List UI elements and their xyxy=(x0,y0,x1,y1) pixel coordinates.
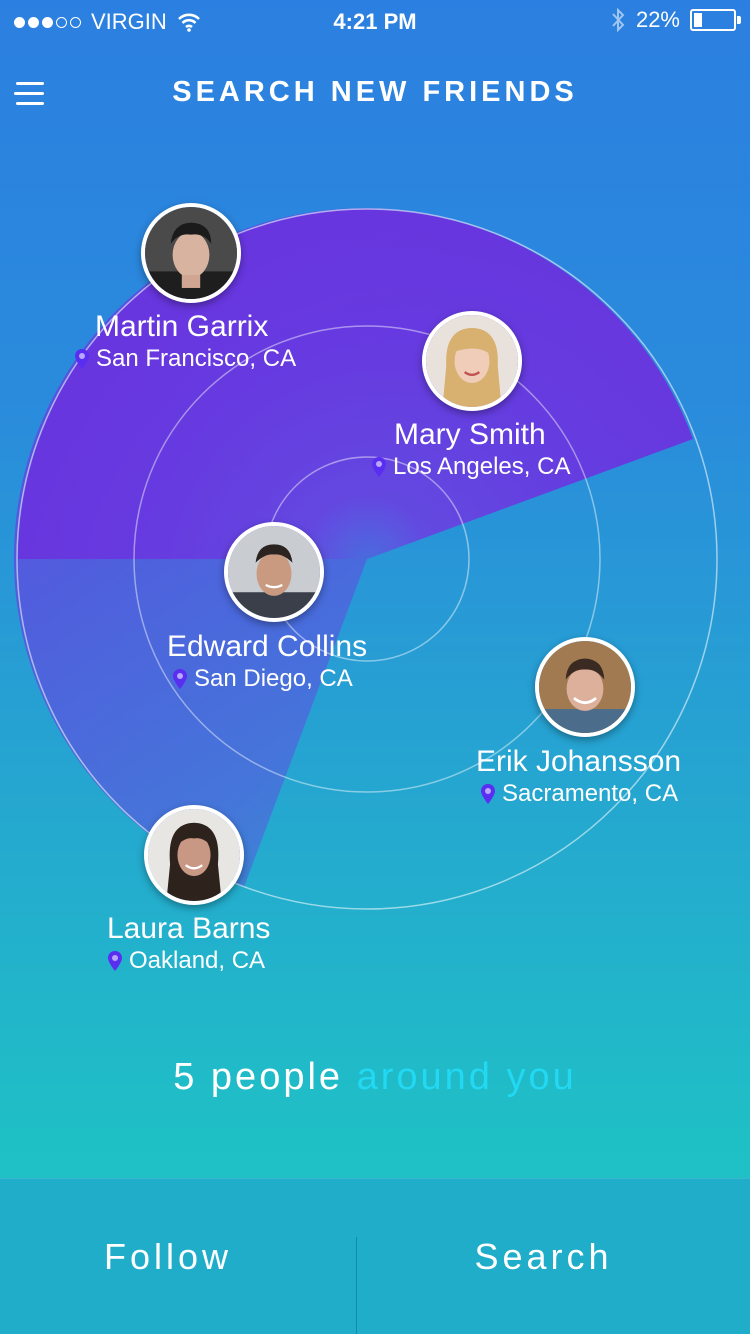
friend-location-text: Oakland, CA xyxy=(129,947,266,974)
battery-percent: 22% xyxy=(635,7,680,32)
location-pin-icon xyxy=(481,784,495,804)
portrait-male-icon xyxy=(145,207,237,299)
avatar[interactable] xyxy=(422,311,522,411)
search-button[interactable]: Search xyxy=(357,1179,750,1334)
friend-location: Los Angeles, CA xyxy=(371,453,570,481)
battery-icon xyxy=(690,9,741,31)
friend-location-text: San Diego, CA xyxy=(194,665,353,692)
page-title: SEARCH NEW FRIENDS xyxy=(172,76,578,108)
around-you-label: around you xyxy=(356,1056,577,1098)
bluetooth-icon xyxy=(612,7,625,33)
avatar[interactable] xyxy=(224,522,324,622)
follow-button[interactable]: Follow xyxy=(0,1179,356,1334)
status-right: 22% xyxy=(610,7,741,33)
people-label: people xyxy=(210,1056,344,1098)
friend-location: Oakland, CA xyxy=(107,947,265,975)
friend-location-text: Los Angeles, CA xyxy=(393,453,571,480)
location-pin-icon xyxy=(173,669,187,689)
avatar[interactable] xyxy=(141,203,241,303)
location-pin-icon xyxy=(75,349,89,369)
people-count: 5 xyxy=(173,1056,198,1098)
portrait-male-icon xyxy=(539,641,631,733)
friend-location: San Francisco, CA xyxy=(74,345,296,373)
radar-graphic xyxy=(13,208,718,910)
friend-name: Edward Collins xyxy=(167,630,368,663)
location-pin-icon xyxy=(108,951,122,971)
friend-name: Martin Garrix xyxy=(95,310,269,343)
friend-location: San Diego, CA xyxy=(172,665,353,693)
bottom-action-bar: Follow Search xyxy=(0,1178,750,1334)
avatar[interactable] xyxy=(144,805,244,905)
portrait-female-icon xyxy=(148,809,240,901)
avatar[interactable] xyxy=(535,637,635,737)
friend-name: Erik Johansson xyxy=(476,745,682,778)
portrait-male-icon xyxy=(228,526,320,618)
friend-location-text: San Francisco, CA xyxy=(96,345,297,372)
location-pin-icon xyxy=(372,457,386,477)
people-count-summary: 5 people around you xyxy=(0,1056,750,1099)
friend-location: Sacramento, CA xyxy=(480,780,678,808)
status-bar: VIRGIN 4:21 PM 22% xyxy=(0,0,750,44)
friend-location-text: Sacramento, CA xyxy=(502,780,679,807)
portrait-female-icon xyxy=(426,315,518,407)
friend-name: Laura Barns xyxy=(107,912,271,945)
friend-name: Mary Smith xyxy=(394,418,546,451)
